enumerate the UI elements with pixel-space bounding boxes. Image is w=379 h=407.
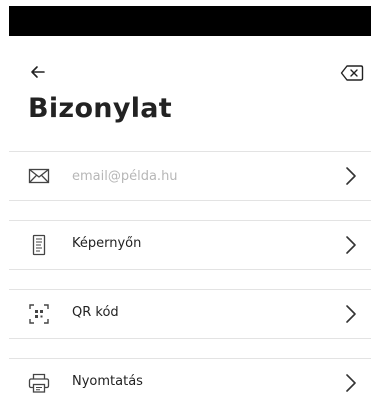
option-label: Képernyőn <box>72 236 142 251</box>
back-button[interactable] <box>28 62 48 82</box>
option-qr-row[interactable]: QR kód <box>9 290 371 338</box>
option-screen-row[interactable]: Képernyőn <box>9 221 371 269</box>
backspace-clear-icon <box>340 65 364 81</box>
option-email-row[interactable] <box>9 152 371 200</box>
arrow-left-icon <box>31 66 45 78</box>
divider <box>9 200 371 201</box>
option-label: Nyomtatás <box>72 374 143 389</box>
chevron-right-icon <box>346 167 356 185</box>
email-input[interactable] <box>68 163 336 189</box>
option-label: QR kód <box>72 305 119 320</box>
chevron-right-icon <box>346 236 356 254</box>
option-print-row[interactable]: Nyomtatás <box>9 359 371 407</box>
chevron-right-icon <box>346 305 356 323</box>
qr-code-icon <box>29 304 49 324</box>
receipt-icon <box>32 234 46 256</box>
top-bar <box>0 58 379 86</box>
chevron-right-icon <box>346 374 356 392</box>
status-bar <box>9 6 371 36</box>
divider <box>9 338 371 339</box>
clear-button[interactable] <box>340 64 364 82</box>
page-title: Bizonylat <box>28 93 173 124</box>
envelope-icon <box>28 168 50 184</box>
printer-icon <box>28 373 50 393</box>
divider <box>9 269 371 270</box>
